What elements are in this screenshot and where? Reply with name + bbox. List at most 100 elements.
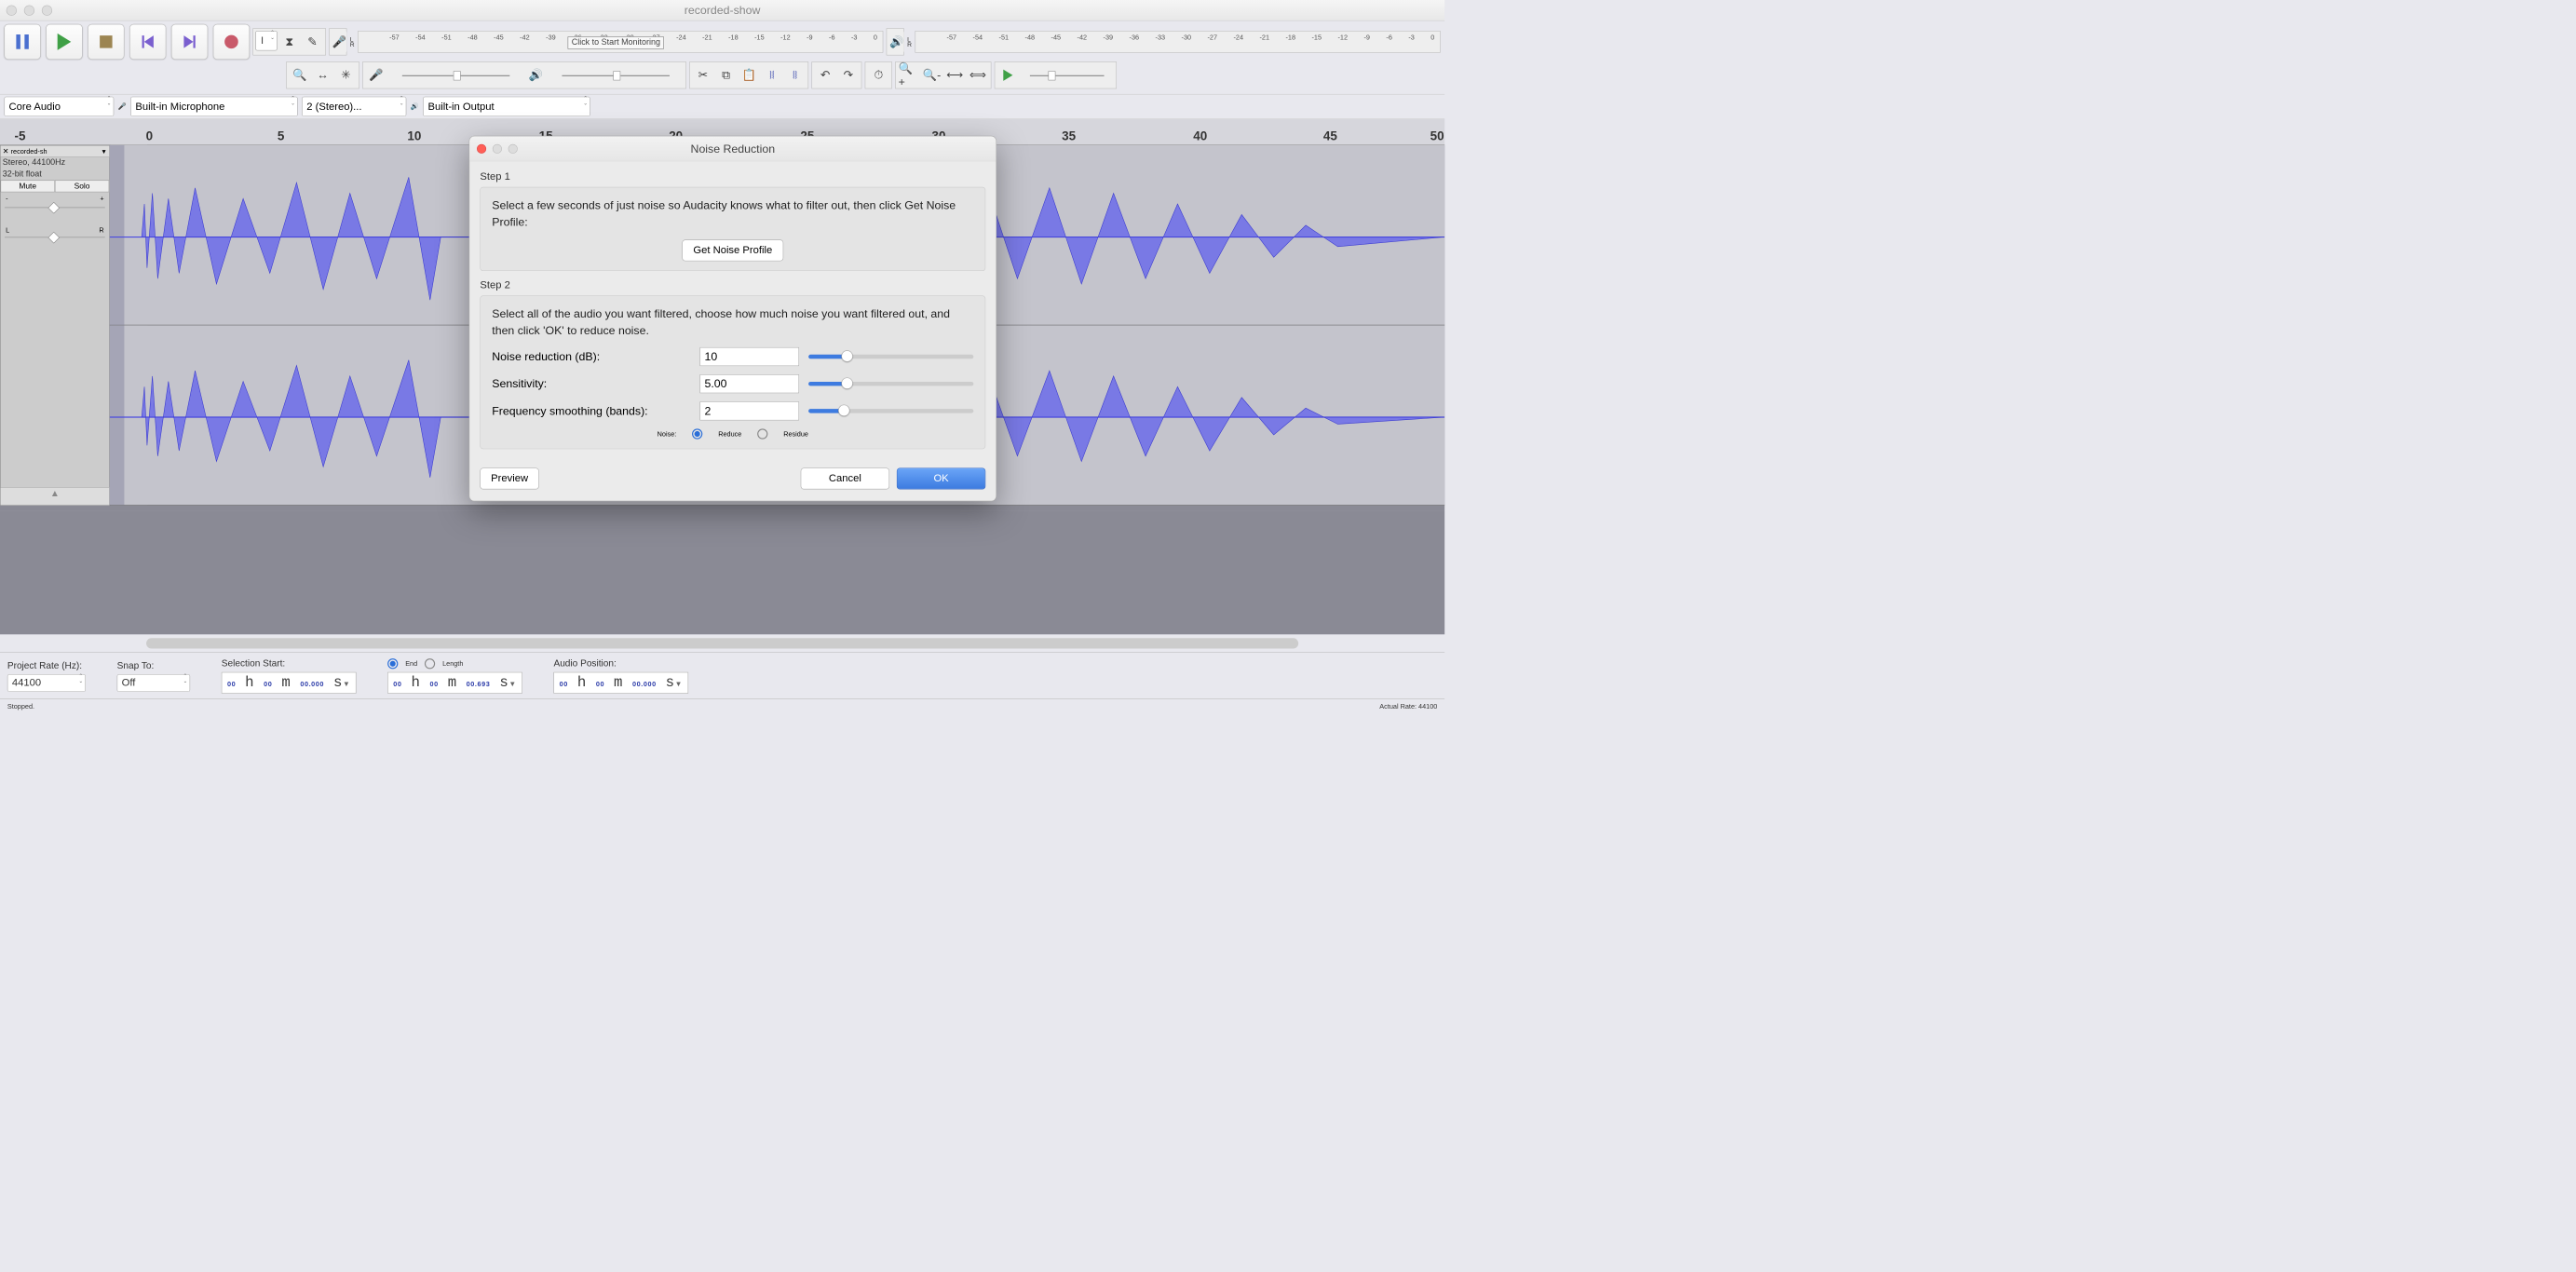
tools-toolbar: I ⧗ ✎ — [252, 28, 326, 55]
track-bitdepth: 32-bit float — [1, 169, 110, 180]
traffic-light-min[interactable] — [24, 5, 34, 15]
step1-text: Select a few seconds of just noise so Au… — [492, 196, 973, 230]
recording-meter[interactable]: -57-54-51-48-45-42-39-36-33-30-27-24-21-… — [358, 31, 883, 53]
sensitivity-label: Sensitivity: — [492, 377, 690, 391]
play-vol-icon: 🔊 — [525, 64, 548, 87]
skip-end-button[interactable] — [171, 24, 208, 60]
freq-smoothing-slider[interactable] — [808, 409, 973, 413]
device-toolbar: Core Audio 🎤 Built-in Microphone 2 (Ster… — [0, 94, 1444, 119]
transcription-toolbar — [995, 61, 1117, 88]
rec-channels-select[interactable]: 2 (Stereo)... — [302, 97, 406, 116]
zoom-in-button[interactable]: 🔍+ — [898, 64, 920, 87]
playback-meter[interactable]: -57-54-51-48-45-42-39-36-33-30-27-24-21-… — [915, 31, 1440, 53]
noise-reduction-label: Noise reduction (dB): — [492, 349, 690, 363]
sensitivity-input[interactable] — [699, 374, 799, 393]
sensitivity-slider[interactable] — [808, 382, 973, 386]
fit-selection-button[interactable]: ⟷ — [943, 64, 966, 87]
mixer-toolbar: 🎤 🔊 — [362, 61, 686, 88]
length-radio[interactable] — [425, 658, 435, 669]
track-close-button[interactable]: ✕ — [3, 147, 9, 156]
mic-device-icon: 🎤 — [118, 102, 127, 111]
play-button[interactable] — [46, 24, 82, 60]
gain-slider[interactable] — [5, 208, 105, 223]
get-noise-profile-button[interactable]: Get Noise Profile — [683, 239, 783, 261]
noise-reduction-slider[interactable] — [808, 355, 973, 359]
rec-vol-icon: 🎤 — [365, 64, 387, 87]
rec-vol-slider[interactable] — [388, 64, 524, 87]
speaker-icon: 🔊 — [888, 31, 903, 53]
mic-icon-group: 🎤 — [329, 28, 346, 55]
sync-toolbar: ⏱ — [865, 61, 892, 88]
envelope-tool[interactable]: ⧗ — [278, 31, 301, 53]
reduce-radio[interactable] — [692, 428, 702, 439]
selection-start-label: Selection Start: — [222, 658, 357, 670]
project-rate-select[interactable]: 44100 — [7, 674, 86, 692]
play-at-speed-button[interactable] — [997, 64, 1020, 87]
status-left: Stopped. — [7, 702, 34, 710]
snap-to-select[interactable]: Off — [117, 674, 191, 692]
tools-toolbar-2: 🔍 ↔ ✳ — [286, 61, 359, 88]
noise-mode-label: Noise: — [658, 430, 677, 438]
audio-host-select[interactable]: Core Audio — [4, 97, 114, 116]
noise-reduction-input[interactable] — [699, 347, 799, 366]
cut-button[interactable]: ✂ — [692, 64, 714, 87]
track-name[interactable]: recorded-sh — [11, 147, 47, 155]
silence-button[interactable]: ⧙⧘ — [784, 64, 807, 87]
freq-smoothing-input[interactable] — [699, 401, 799, 420]
edit-toolbar: ✂ ⧉ 📋 ⧘⧙ ⧙⧘ — [689, 61, 808, 88]
play-meter-lr-label: LR — [907, 36, 912, 47]
copy-button[interactable]: ⧉ — [715, 64, 738, 87]
sync-lock-button[interactable]: ⏱ — [867, 64, 889, 87]
zoom-toolbar: 🔍+ 🔍- ⟷ ⟺ — [895, 61, 991, 88]
record-button[interactable] — [213, 24, 250, 60]
step1-label: Step 1 — [480, 170, 985, 183]
rec-device-select[interactable]: Built-in Microphone — [130, 97, 297, 116]
step2-text: Select all of the audio you want filtere… — [492, 305, 973, 339]
traffic-light-close[interactable] — [7, 5, 17, 15]
selection-tool[interactable]: I — [255, 31, 278, 50]
monitoring-hint[interactable]: Click to Start Monitoring — [568, 36, 664, 48]
traffic-light-zoom[interactable] — [42, 5, 52, 15]
speaker-device-icon: 🔊 — [411, 102, 419, 111]
dialog-close-button[interactable] — [477, 144, 486, 154]
preview-button[interactable]: Preview — [480, 467, 538, 489]
draw-tool[interactable]: ✎ — [302, 31, 324, 53]
project-rate-label: Project Rate (Hz): — [7, 660, 86, 671]
selection-end-field[interactable]: 00 h 00 m 00.693 s▼ — [387, 671, 522, 693]
track-control-panel: ✕ recorded-sh ▼ Stereo, 44100Hz 32-bit f… — [0, 145, 110, 506]
track-collapse-button[interactable]: ▲ — [1, 487, 110, 505]
paste-button[interactable]: 📋 — [738, 64, 760, 87]
selection-start-field[interactable]: 00 h 00 m 00.000 s▼ — [222, 672, 357, 694]
skip-start-button[interactable] — [129, 24, 166, 60]
track-format: Stereo, 44100Hz — [1, 157, 110, 169]
mic-icon: 🎤 — [332, 31, 346, 53]
step2-label: Step 2 — [480, 279, 985, 291]
pause-button[interactable] — [4, 24, 40, 60]
dialog-min-button — [493, 144, 502, 154]
cancel-button[interactable]: Cancel — [801, 467, 889, 489]
end-radio[interactable] — [387, 658, 398, 669]
trim-button[interactable]: ⧘⧙ — [761, 64, 783, 87]
redo-button[interactable]: ↷ — [837, 64, 860, 87]
fit-project-button[interactable]: ⟺ — [967, 64, 989, 87]
mute-button[interactable]: Mute — [1, 180, 55, 192]
audio-position-field[interactable]: 00 h 00 m 00.000 s▼ — [553, 672, 688, 694]
ok-button[interactable]: OK — [897, 467, 985, 489]
play-vol-slider[interactable] — [548, 64, 684, 87]
undo-button[interactable]: ↶ — [814, 64, 836, 87]
zoom-out-button[interactable]: 🔍- — [921, 64, 943, 87]
stop-button[interactable] — [88, 24, 124, 60]
track-menu-button[interactable]: ▼ — [101, 147, 107, 155]
speaker-icon-group: 🔊 — [887, 28, 904, 55]
dialog-title: Noise Reduction — [691, 142, 776, 156]
timeshift-tool[interactable]: ↔ — [312, 64, 334, 87]
zoom-tool[interactable]: 🔍 — [289, 64, 311, 87]
multi-tool[interactable]: ✳ — [334, 64, 357, 87]
playback-speed-slider[interactable] — [1020, 64, 1114, 87]
horizontal-scrollbar[interactable] — [0, 634, 1444, 652]
solo-button[interactable]: Solo — [55, 180, 109, 192]
play-device-select[interactable]: Built-in Output — [423, 97, 590, 116]
window-title: recorded-show — [685, 4, 761, 18]
pan-slider[interactable] — [5, 237, 105, 253]
residue-radio[interactable] — [757, 428, 767, 439]
